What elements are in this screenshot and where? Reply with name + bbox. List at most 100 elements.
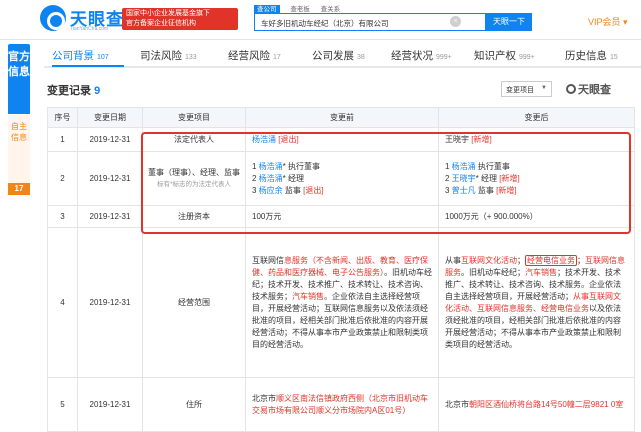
row-before: 互联网信息服务（不含新闻、出版、教育、医疗保健、药品和医疗器械、电子公告服务）。… — [245, 227, 439, 378]
row-date: 2019-12-31 — [77, 377, 143, 432]
person-link[interactable]: 杨浩涌 — [259, 162, 283, 171]
row-date: 2019-12-31 — [77, 205, 143, 228]
tab-development[interactable]: 公司发展 38 — [312, 48, 365, 63]
person-link[interactable]: 杨应余 — [259, 186, 283, 195]
tab-operating-status[interactable]: 经营状况 999+ — [391, 48, 452, 63]
tab-relation[interactable]: 查关系 — [321, 6, 341, 13]
row-after: 王晓宇 [新增] — [438, 127, 635, 152]
scope-highlight: 息服务 — [284, 255, 308, 265]
role-text: 执行董事 — [475, 161, 510, 171]
search-type-tabs: 查公司 查老板 查关系 — [254, 3, 349, 14]
row-date: 2019-12-31 — [77, 151, 143, 206]
sidebar-item-official[interactable]: 官方信息 — [8, 44, 30, 114]
address-text: 北京市 — [252, 393, 276, 403]
clear-icon[interactable]: × — [450, 16, 461, 27]
scope-highlight: 汽车销售 — [292, 291, 324, 301]
gov-badge: 国家中小企业发展基金旗下 官方备案企业征信机构 — [122, 8, 238, 30]
sidebar-item-self[interactable]: 自主信息 — [8, 115, 30, 183]
exit-tag: [退出] — [303, 185, 324, 195]
row-index: 1 — [47, 127, 78, 152]
tab-history[interactable]: 历史信息 15 — [565, 48, 618, 63]
scope-text: ； — [517, 255, 525, 265]
tab-count: 133 — [185, 54, 197, 61]
row-before: 北京市顺义区南法信镇政府西侧（北京市旧机动车交易市场有限公司顺义分市场院内A区0… — [245, 377, 439, 432]
row-item: 法定代表人 — [142, 127, 246, 152]
scope-highlight: 汽车销售 — [525, 267, 557, 277]
table-row: 5 2019-12-31 住所 北京市顺义区南法信镇政府西侧（北京市旧机动车交易… — [47, 377, 635, 432]
tab-count: 107 — [97, 54, 109, 61]
tab-label: 知识产权 — [474, 50, 516, 62]
tab-operating-risk[interactable]: 经营风险 17 — [228, 48, 281, 63]
role-text: * 经理 — [282, 173, 305, 183]
scope-text: 。旧机动车经纪； — [461, 267, 525, 277]
search-button[interactable]: 天眼一下 — [486, 13, 532, 31]
table-row: 1 2019-12-31 法定代表人 杨浩涌 [退出] 王晓宇 [新增] — [47, 127, 635, 152]
section-title-text: 变更记录 — [47, 85, 91, 97]
person-link[interactable]: 王晓宇 — [452, 174, 476, 183]
row-after: 从事互联网文化活动； 经营电信业务 ；互联网信息服务。旧机动车经纪；汽车销售；技术开… — [438, 227, 635, 378]
list-item: 2 杨浩涌* 经理 — [252, 173, 432, 185]
header-before: 变更前 — [245, 107, 439, 128]
row-index: 5 — [47, 377, 78, 432]
new-tag: [新增] — [496, 185, 517, 195]
row-after: 1 杨浩涌 执行董事 2 王晓宇* 经理 [新增] 3 曾士凡 监事 [新增] — [438, 151, 635, 206]
tab-count: 17 — [273, 54, 281, 61]
watermark-text: 天眼查 — [578, 84, 611, 96]
table-header-row: 序号 变更日期 变更项目 变更前 变更后 — [47, 107, 635, 128]
address-highlight: 酒仙桥将台路14号50幢二层9821 0室 — [493, 399, 624, 409]
person-link[interactable]: 杨浩涌 — [452, 162, 476, 171]
tab-count: 999+ — [519, 54, 535, 61]
role-text: * 经理 — [475, 173, 500, 183]
select-value: 变更项目 — [506, 87, 534, 94]
role-text: 监事 — [475, 185, 497, 195]
category-nav: 公司背景 107 司法风险 133 经营风险 17 公司发展 38 经营状况 999+ 知… — [44, 44, 641, 68]
chevron-down-icon: ▼ — [541, 85, 547, 91]
address-text: 北京市 — [445, 399, 469, 409]
gov-badge-line-1: 国家中小企业发展基金旗下 — [126, 10, 210, 17]
tab-count: 38 — [357, 54, 365, 61]
vip-menu[interactable]: VIP会员 ▾ — [588, 15, 628, 28]
scope-highlight: 互联网文化活动 — [461, 255, 517, 265]
tab-label: 历史信息 — [565, 50, 607, 62]
list-num: 3 — [252, 185, 259, 195]
tianyancha-logo-icon[interactable] — [40, 5, 66, 31]
tab-ip[interactable]: 知识产权 999+ — [474, 48, 535, 63]
new-tag: [新增] — [471, 134, 492, 144]
row-before: 杨浩涌 [退出] — [245, 127, 439, 152]
tab-count: 999+ — [436, 54, 452, 61]
top-bar: 天眼查 TianYanCha.com 国家中小企业发展基金旗下 官方备案企业征信… — [0, 0, 641, 40]
list-item: 3 杨应余 监事 [退出] — [252, 185, 432, 197]
header-index: 序号 — [47, 107, 78, 128]
logo-mark-icon — [566, 84, 576, 94]
row-index: 4 — [47, 227, 78, 378]
tab-label: 公司背景 — [52, 50, 94, 62]
row-index: 2 — [47, 151, 78, 206]
tab-label: 经营状况 — [391, 50, 433, 62]
tab-label: 经营风险 — [228, 50, 270, 62]
tab-background[interactable]: 公司背景 107 — [52, 48, 109, 63]
change-item-select[interactable]: 变更项目 ▼ — [501, 81, 552, 97]
person-link[interactable]: 杨浩涌 — [252, 135, 276, 144]
row-date: 2019-12-31 — [77, 227, 143, 378]
scope-text: 互联网信 — [252, 255, 284, 265]
sidebar-count-badge: 17 — [8, 183, 30, 195]
exit-tag: [退出] — [278, 134, 299, 144]
list-num: 3 — [445, 185, 452, 195]
row-before: 1 杨浩涌* 执行董事 2 杨浩涌* 经理 3 杨应余 监事 [退出] — [245, 151, 439, 206]
role-text: * 执行董事 — [282, 161, 321, 171]
scope-text: ； — [577, 255, 585, 265]
new-tag: [新增] — [499, 173, 520, 183]
person-link[interactable]: 曾士凡 — [452, 186, 476, 195]
section-count: 9 — [94, 85, 101, 97]
tab-boss[interactable]: 查老板 — [290, 6, 310, 13]
row-item: 注册资本 — [142, 205, 246, 228]
tab-judicial-risk[interactable]: 司法风险 133 — [140, 48, 197, 63]
row-before: 100万元 — [245, 205, 439, 228]
address-highlight: 南法信镇政府西侧 — [300, 393, 364, 403]
row-date: 2019-12-31 — [77, 127, 143, 152]
header-date: 变更日期 — [77, 107, 143, 128]
person-link[interactable]: 杨浩涌 — [259, 174, 283, 183]
row-index: 3 — [47, 205, 78, 228]
item-label: 董事（理事）、经理、监事 — [148, 167, 240, 177]
scope-highlight-boxed: 经营电信业务 — [525, 254, 577, 266]
